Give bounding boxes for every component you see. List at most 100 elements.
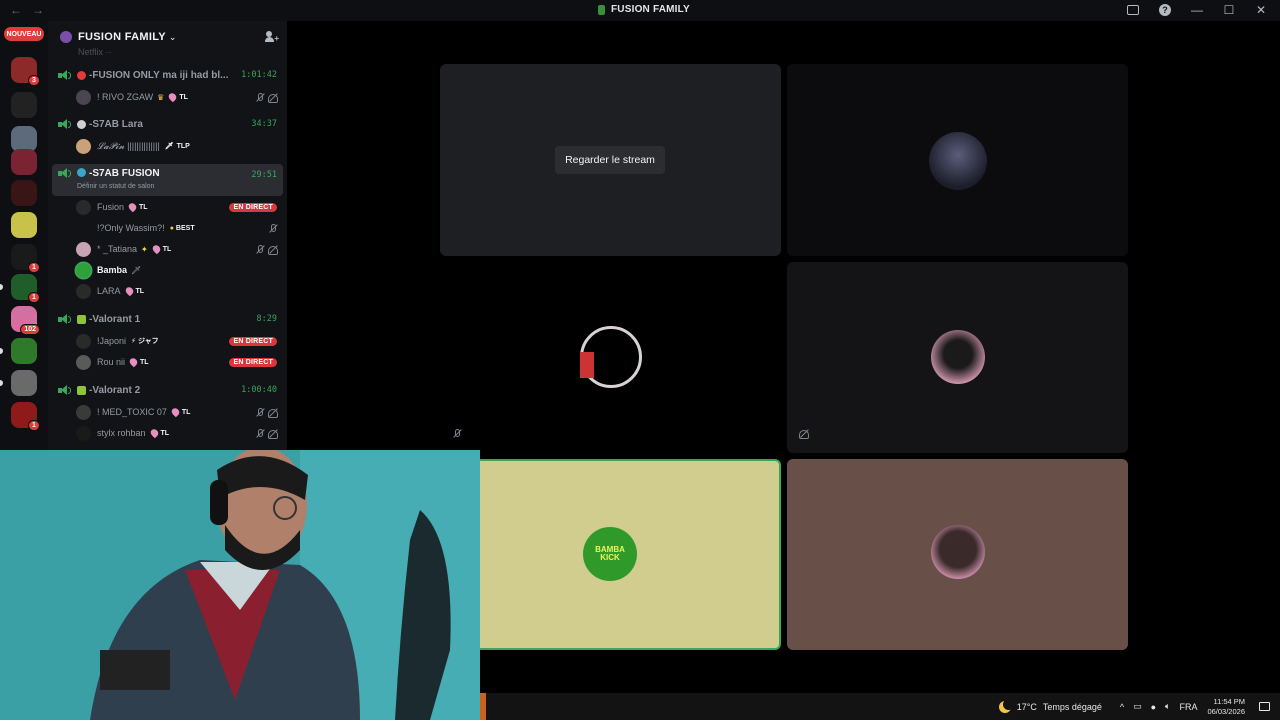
role-tag: TL <box>170 406 190 418</box>
server-icon[interactable]: 1 <box>11 274 40 303</box>
voice-member[interactable]: Rou nii TL EN DIRECT <box>76 352 283 372</box>
server-icon[interactable] <box>11 92 37 118</box>
server-icon <box>598 4 605 15</box>
member-name: !?Only Wassim?! <box>97 223 165 233</box>
webcam-overlay <box>0 450 480 720</box>
voice-member[interactable]: !?Only Wassim?! ● BEST <box>76 218 283 238</box>
voice-channel[interactable]: -FUSION ONLY ma iji had bl... 1:01:42 <box>52 64 283 86</box>
voice-channel-active[interactable]: -S7AB FUSION 29:51 Définir un statut de … <box>52 164 283 196</box>
chevron-down-icon: ⌄ <box>168 31 177 42</box>
server-icon[interactable]: 102 <box>11 306 40 335</box>
server-icon[interactable] <box>11 212 37 238</box>
muted-mic-icon <box>255 428 264 438</box>
speaker-icon <box>58 69 71 81</box>
voice-member[interactable]: LARA TL <box>76 281 283 301</box>
language-indicator[interactable]: FRA <box>1179 702 1197 712</box>
voice-member[interactable]: * _Tatiana ✦ TL <box>76 239 283 259</box>
voice-member[interactable]: Bamba 🗡 <box>76 260 283 280</box>
discord-window: ← → FUSION FAMILY ? — ☐ ✕ NOUVEAU 3 1 1 102… <box>0 0 1280 720</box>
sparkle-icon: ✦ <box>141 244 148 254</box>
participant-tile[interactable] <box>787 64 1128 256</box>
network-icon[interactable]: ▭ <box>1133 701 1142 712</box>
channel-partial[interactable]: Netflix ·· <box>78 47 112 57</box>
stream-tile[interactable]: Regarder le stream <box>440 64 781 256</box>
knife-icon: 🗡 <box>131 265 142 275</box>
inbox-icon[interactable] <box>1124 2 1142 18</box>
voice-member[interactable]: ! MED_TOXIC 07 TL <box>76 402 283 422</box>
member-name: Bamba <box>97 265 128 275</box>
avatar <box>929 132 987 190</box>
forward-arrow-icon[interactable]: → <box>32 3 44 17</box>
weather-text: Temps dégagé <box>1042 701 1102 712</box>
new-badge[interactable]: NOUVEAU <box>4 27 44 41</box>
role-tag: TL <box>128 356 149 368</box>
channel-status[interactable]: Définir un statut de salon <box>77 183 154 190</box>
channel-name: -FUSION ONLY ma iji had bl... <box>89 69 229 81</box>
channel-timer: 1:01:42 <box>241 70 277 80</box>
invite-people-icon[interactable]: + <box>265 31 279 43</box>
voice-member[interactable]: Fusion TL EN DIRECT <box>76 197 283 217</box>
member-name: ! MED_TOXIC 07 <box>97 407 167 417</box>
volume-icon[interactable]: 🔈︎ <box>1165 701 1170 712</box>
role-tag: ⚡ ジャフ <box>131 338 159 345</box>
participant-tile[interactable] <box>787 262 1128 453</box>
participant-tile[interactable] <box>440 262 781 453</box>
watch-stream-button[interactable]: Regarder le stream <box>555 146 665 174</box>
voice-state <box>255 244 278 255</box>
server-icon[interactable] <box>11 370 37 396</box>
weather-widget[interactable]: 17°C Temps dégagé <box>998 698 1102 713</box>
channel-timer: 29:51 <box>251 170 277 180</box>
muted-mic-icon <box>268 223 277 233</box>
voice-channel[interactable]: -Valorant 2 1:00:40 <box>52 379 283 401</box>
voice-member[interactable]: !Japoni ⚡ ジャフ EN DIRECT <box>76 331 283 351</box>
server-icon[interactable]: 1 <box>11 402 40 431</box>
participant-tile[interactable] <box>787 459 1128 650</box>
avatar <box>76 354 91 370</box>
member-name: ! RIVO ZGAW <box>97 92 154 102</box>
chevron-up-icon[interactable]: ^ <box>1120 702 1124 712</box>
member-name: 𝓛𝓪𝓟𝓲𝓷 |||||||||||||| <box>97 140 160 151</box>
voice-channel[interactable]: -Valorant 1 8:29 <box>52 308 283 330</box>
speaking-participant-tile[interactable]: BAMBA KICK <box>440 459 781 650</box>
help-icon[interactable]: ? <box>1156 2 1174 18</box>
window-title-text: FUSION FAMILY <box>611 4 690 15</box>
channel-name: -Valorant 1 <box>89 313 141 325</box>
muted-mic-icon <box>255 407 264 417</box>
muted-mic-icon <box>452 429 464 441</box>
avatar <box>76 89 91 105</box>
back-arrow-icon[interactable]: ← <box>10 3 22 17</box>
server-icon[interactable]: 1 <box>11 244 40 273</box>
deafened-icon <box>268 245 278 255</box>
channel-name: -S7AB FUSION <box>89 168 160 179</box>
microphone-icon[interactable]: ● <box>1151 702 1156 712</box>
server-icon[interactable] <box>11 338 37 364</box>
voice-member[interactable]: ! RIVO ZGAW ♛ TL <box>76 87 283 107</box>
moon-icon <box>998 698 1014 713</box>
member-name: LARA <box>97 286 121 296</box>
channel-sidebar: FUSION FAMILY ⌄ + Netflix ·· -FUSION ONL… <box>48 21 287 450</box>
server-icon[interactable] <box>11 149 37 175</box>
notification-icon[interactable] <box>1259 702 1270 711</box>
avatar-decoration <box>580 352 594 378</box>
live-badge: EN DIRECT <box>229 357 277 367</box>
voice-member[interactable]: 𝓛𝓪𝓟𝓲𝓷 |||||||||||||| 🗡 TLP <box>76 136 283 156</box>
server-icon[interactable]: 3 <box>11 57 40 86</box>
speaker-icon <box>58 384 71 396</box>
window-title: FUSION FAMILY <box>598 4 690 15</box>
voice-member[interactable]: stylx rohban TL <box>76 423 283 443</box>
maximize-button[interactable]: ☐ <box>1220 2 1238 18</box>
close-button[interactable]: ✕ <box>1252 2 1270 18</box>
avatar <box>76 262 91 278</box>
windows-taskbar: 17°C Temps dégagé ^ ▭ ● 🔈︎ FRA 11:54 PM … <box>480 693 1280 720</box>
clock[interactable]: 11:54 PM 06/03/2026 <box>1207 697 1245 717</box>
guild-icon <box>60 31 72 43</box>
minimize-button[interactable]: — <box>1188 2 1206 18</box>
server-icon[interactable] <box>11 180 37 206</box>
muted-mic-icon <box>255 244 264 254</box>
voice-channel[interactable]: -S7AB Lara 34:37 <box>52 113 283 135</box>
unread-badge: 102 <box>20 324 40 335</box>
live-badge: EN DIRECT <box>229 202 277 212</box>
skull-icon <box>77 119 86 129</box>
channel-name: -S7AB Lara <box>89 118 143 130</box>
deafened-icon <box>268 429 278 439</box>
